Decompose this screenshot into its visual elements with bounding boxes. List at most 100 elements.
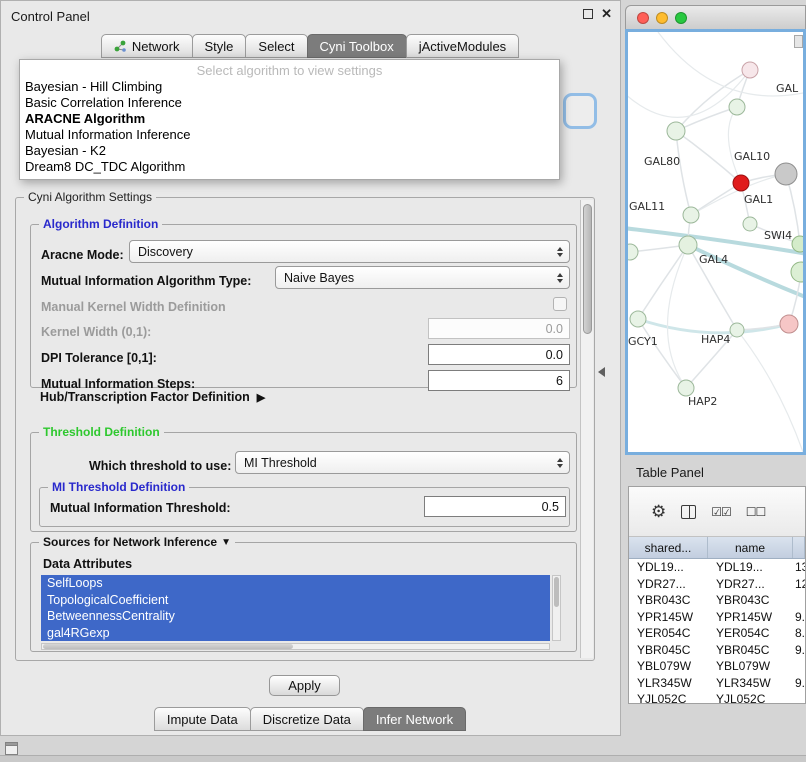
tab-impute-data[interactable]: Impute Data [154, 707, 251, 731]
table-cell: YLR345W [708, 675, 793, 692]
network-node[interactable] [775, 163, 797, 185]
sources-group-toggle[interactable]: Sources for Network Inference ▼ [39, 535, 235, 549]
network-node[interactable] [729, 99, 745, 115]
network-node-label: GAL80 [644, 155, 680, 168]
traffic-light-minimize-icon[interactable] [656, 12, 668, 24]
network-node[interactable] [628, 244, 638, 260]
table-row[interactable]: YLR345WYLR345W9. [629, 675, 805, 692]
table-cell [793, 592, 805, 609]
table-cell [793, 691, 805, 704]
attribute-item-selected[interactable]: BetweennessCentrality [41, 608, 550, 625]
column-header-extra[interactable] [793, 537, 805, 558]
algorithm-definition-group: Algorithm Definition Aracne Mode: Discov… [30, 224, 577, 388]
tab-discretize-data[interactable]: Discretize Data [250, 707, 364, 731]
combo-value: Discovery [138, 245, 193, 259]
tab-select[interactable]: Select [245, 34, 307, 58]
tab-cyni-toolbox[interactable]: Cyni Toolbox [307, 34, 407, 58]
dropdown-item[interactable]: Basic Correlation Inference [20, 95, 559, 111]
table-cell: YDL19... [708, 559, 793, 576]
dpi-tolerance-field[interactable]: 0.0 [428, 344, 570, 365]
table-cell: 13 [793, 559, 805, 576]
network-node[interactable] [678, 380, 694, 396]
network-node-label: GAL4 [699, 253, 728, 266]
table-row[interactable]: YDR27...YDR27...12 [629, 576, 805, 593]
aracne-mode-combo[interactable]: Discovery [129, 240, 570, 263]
hub-section-toggle[interactable]: Hub/Transcription Factor Definition ▶ [40, 390, 265, 404]
table-cell: YJL052C [629, 691, 708, 704]
attributes-horizontal-scrollbar[interactable] [41, 643, 550, 650]
collapse-arrow-icon: ▼ [221, 537, 231, 548]
table-cell: YDR27... [629, 576, 708, 593]
attribute-item-selected[interactable]: SelfLoops [41, 575, 550, 592]
kernel-width-field[interactable]: 0.0 [428, 318, 570, 339]
gear-icon[interactable]: ⚙ [651, 503, 666, 520]
network-window-titlebar[interactable] [625, 5, 806, 29]
panel-dock-icon[interactable] [5, 742, 18, 755]
column-header-shared-name[interactable]: shared... [629, 537, 708, 558]
select-all-icon[interactable]: ☑☑ [711, 506, 731, 518]
dropdown-item-selected[interactable]: ARACNE Algorithm [20, 111, 559, 127]
dropdown-item[interactable]: Mutual Information Inference [20, 127, 559, 143]
network-scrollbar-corner[interactable] [794, 35, 803, 48]
attribute-item-selected[interactable]: gal4RGexp [41, 625, 550, 642]
settings-vertical-scrollbar[interactable] [580, 200, 593, 658]
table-toolbar: ⚙ ☑☑ ☐☐ [629, 487, 805, 537]
tab-jactivemodules[interactable]: jActiveModules [406, 34, 519, 58]
algorithm-selector-focus-box[interactable] [563, 93, 597, 129]
network-node[interactable] [733, 175, 749, 191]
network-node[interactable] [743, 217, 757, 231]
deselect-all-icon[interactable]: ☐☐ [746, 506, 766, 518]
table-cell: YBR045C [629, 642, 708, 659]
table-cell: YBR043C [708, 592, 793, 609]
aracne-mode-label: Aracne Mode: [41, 248, 124, 262]
which-threshold-label: Which threshold to use: [89, 459, 231, 473]
table-row[interactable]: YBR045CYBR045C9. [629, 642, 805, 659]
network-edge [638, 319, 789, 333]
attribute-item-selected[interactable]: TopologicalCoefficient [41, 592, 550, 609]
network-node[interactable] [683, 207, 699, 223]
table-row[interactable]: YDL19...YDL19...13 [629, 559, 805, 576]
table-row[interactable]: YBL079WYBL079W [629, 658, 805, 675]
network-node[interactable] [679, 236, 697, 254]
manual-kernel-checkbox[interactable] [553, 297, 567, 311]
mi-type-combo[interactable]: Naive Bayes [275, 266, 570, 289]
dropdown-item[interactable]: Bayesian - K2 [20, 143, 559, 159]
network-canvas[interactable]: GALGAL80GAL10GAL11GAL1SWI4GAL4GCY1HAP4HA… [628, 32, 803, 452]
network-node[interactable] [780, 315, 798, 333]
network-node[interactable] [630, 311, 646, 327]
data-attributes-label: Data Attributes [43, 557, 132, 571]
traffic-light-zoom-icon[interactable] [675, 12, 687, 24]
column-browse-icon[interactable] [681, 505, 696, 519]
network-node[interactable] [791, 262, 803, 282]
table-row[interactable]: YJL052CYJL052C [629, 691, 805, 704]
table-row[interactable]: YPR145WYPR145W9. [629, 609, 805, 626]
mi-threshold-field[interactable]: 0.5 [424, 496, 566, 517]
apply-button[interactable]: Apply [269, 675, 340, 696]
table-cell: 8. [793, 625, 805, 642]
network-node[interactable] [742, 62, 758, 78]
close-icon[interactable]: ✕ [601, 8, 612, 20]
network-node-label: SWI4 [764, 229, 792, 242]
dropdown-item[interactable]: Dream8 DC_TDC Algorithm [20, 159, 559, 175]
tab-style[interactable]: Style [192, 34, 247, 58]
hub-section-label: Hub/Transcription Factor Definition [40, 390, 250, 404]
scrollbar-thumb[interactable] [583, 204, 592, 334]
which-threshold-combo[interactable]: MI Threshold [235, 451, 570, 474]
data-attributes-list: SelfLoops TopologicalCoefficient Between… [41, 575, 550, 641]
mi-steps-field[interactable]: 6 [428, 370, 570, 391]
dropdown-item[interactable]: Bayesian - Hill Climbing [20, 79, 559, 95]
splitter-collapse-icon[interactable] [598, 367, 605, 377]
attributes-vertical-scrollbar[interactable] [552, 575, 561, 641]
table-row[interactable]: YER054CYER054C8. [629, 625, 805, 642]
table-cell: 9. [793, 609, 805, 626]
float-window-icon[interactable] [583, 9, 593, 19]
tab-infer-network[interactable]: Infer Network [363, 707, 466, 731]
tab-network[interactable]: Network [101, 34, 193, 58]
network-node[interactable] [730, 323, 744, 337]
table-row[interactable]: YBR043CYBR043C [629, 592, 805, 609]
network-node[interactable] [792, 236, 803, 252]
column-header-name[interactable]: name [708, 537, 793, 558]
table-cell: YBR043C [629, 592, 708, 609]
traffic-light-close-icon[interactable] [637, 12, 649, 24]
network-node[interactable] [667, 122, 685, 140]
